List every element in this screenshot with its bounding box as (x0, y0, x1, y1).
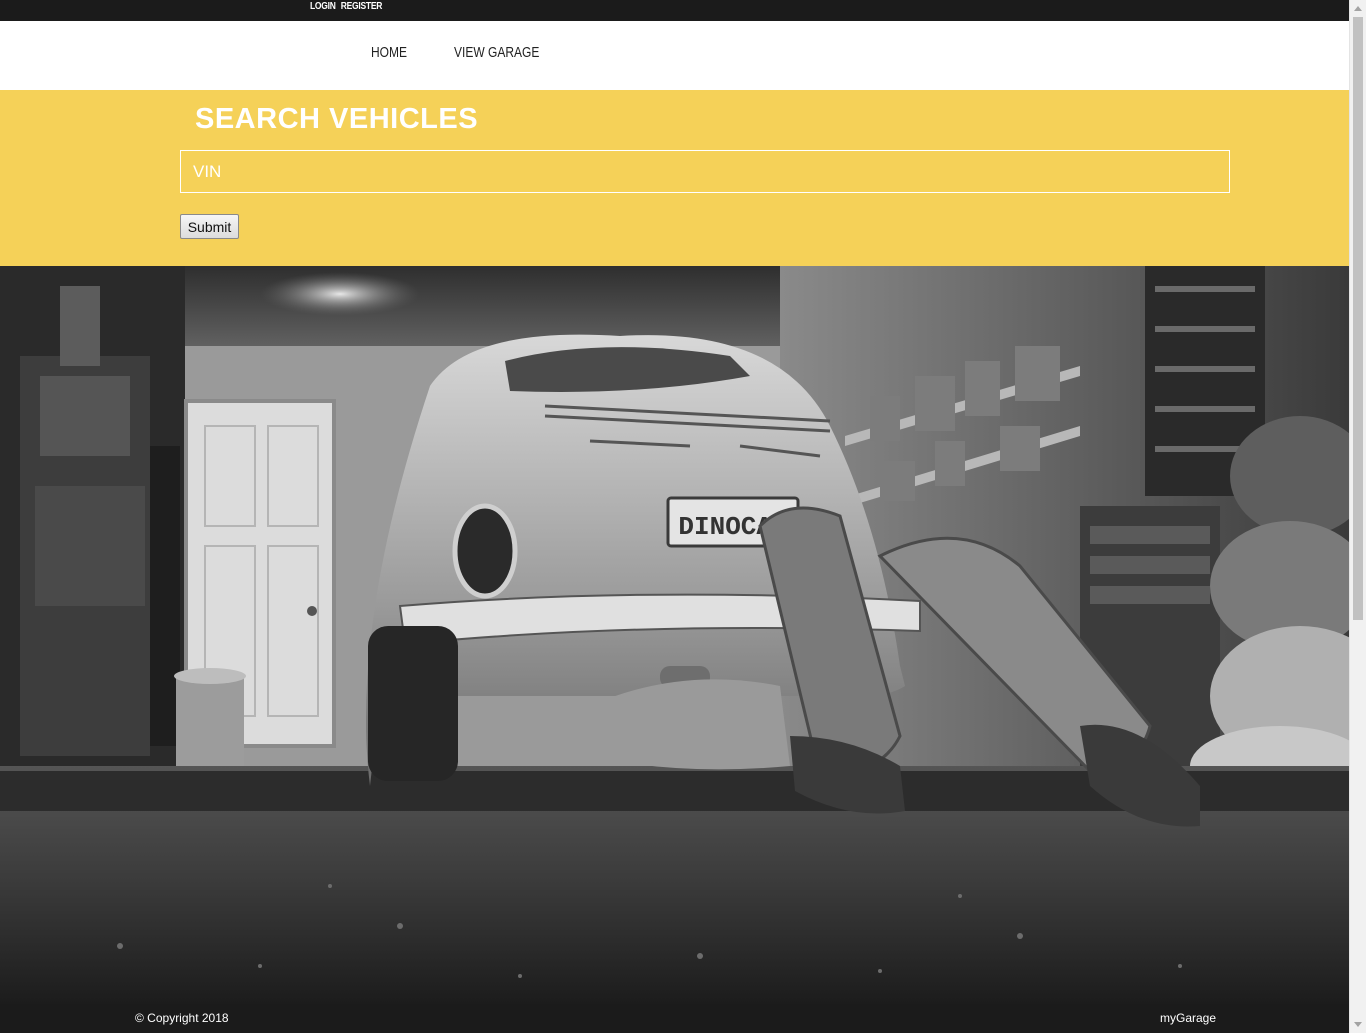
login-link[interactable]: LOGIN (310, 1, 336, 12)
footer: © Copyright 2018 myGarage (0, 1004, 1349, 1033)
hero-garage-photo: DINOCAR (0, 266, 1349, 1004)
nav-view-garage-link[interactable]: VIEW GARAGE (454, 44, 539, 61)
nav-home-link[interactable]: HOME (371, 44, 407, 61)
copyright-text: © Copyright 2018 (135, 1011, 229, 1025)
search-section: SEARCH VEHICLES Submit (0, 90, 1349, 266)
auth-links: LOGIN REGISTER (310, 1, 387, 12)
top-bar: LOGIN REGISTER (0, 0, 1349, 21)
main-nav: HOME VIEW GARAGE (0, 21, 1349, 90)
scroll-down-arrow-icon[interactable] (1354, 1022, 1362, 1027)
hero-photo-illustration: DINOCAR (0, 266, 1349, 1004)
footer-brand: myGarage (1160, 1011, 1217, 1025)
vertical-scrollbar[interactable] (1349, 0, 1366, 1033)
submit-button[interactable]: Submit (180, 214, 239, 239)
page: LOGIN REGISTER HOME VIEW GARAGE SEARCH VE… (0, 0, 1349, 1033)
vin-input[interactable] (180, 150, 1230, 193)
search-title: SEARCH VEHICLES (195, 103, 479, 135)
register-link[interactable]: REGISTER (341, 1, 383, 12)
scroll-up-arrow-icon[interactable] (1354, 6, 1362, 11)
scrollbar-thumb[interactable] (1353, 17, 1363, 620)
